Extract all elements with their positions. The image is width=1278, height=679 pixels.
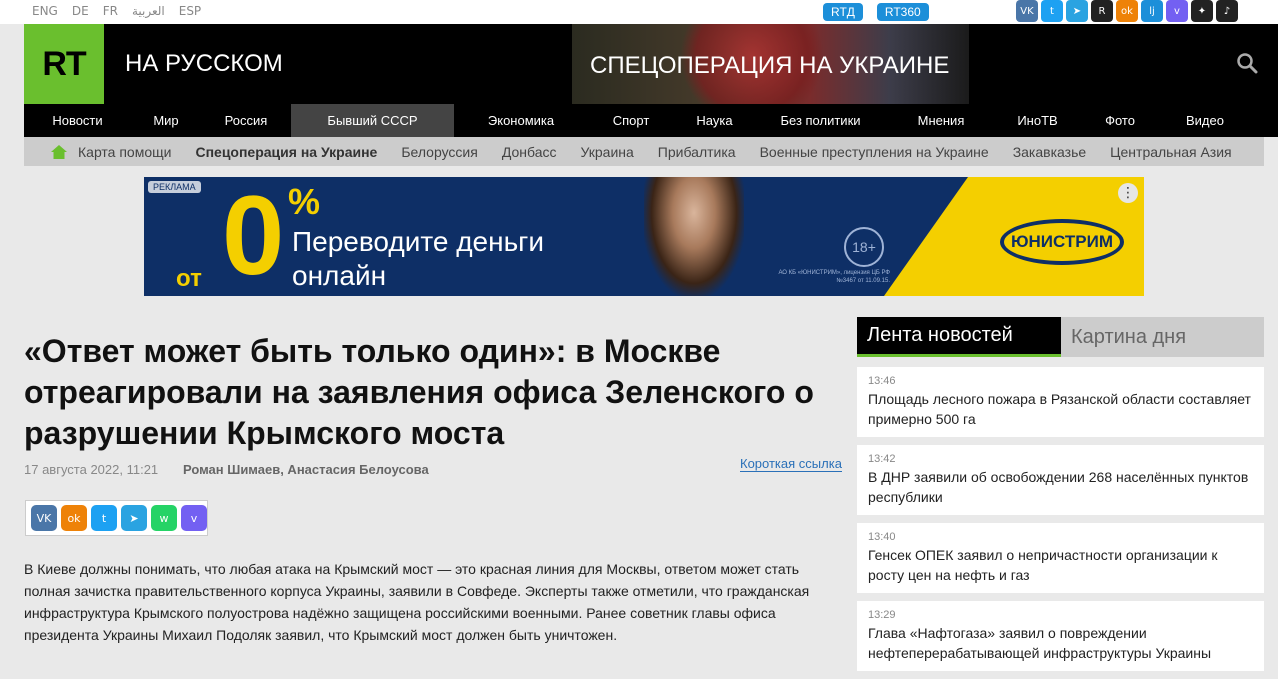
news-time: 13:46	[868, 375, 896, 387]
subnav-item-central-asia[interactable]: Центральная Азия	[1110, 144, 1231, 160]
sidebar-tabs: Лента новостей Картина дня	[857, 317, 1264, 357]
short-link[interactable]: Короткая ссылка	[740, 456, 842, 472]
lang-eng[interactable]: ENG	[32, 4, 58, 18]
zen-icon[interactable]: ✦	[1191, 0, 1213, 22]
lang-ar[interactable]: العربية	[132, 4, 165, 18]
nav-item-opinions[interactable]: Мнения	[886, 104, 996, 137]
share-twitter-icon[interactable]: t	[91, 505, 117, 531]
viber-icon[interactable]: v	[1166, 0, 1188, 22]
logo-text: RT	[42, 44, 87, 84]
share-vk-icon[interactable]: VK	[31, 505, 57, 531]
news-item[interactable]: 13:46 Площадь лесного пожара в Рязанской…	[857, 367, 1264, 445]
rt-logo[interactable]: RT	[24, 24, 104, 104]
share-telegram-icon[interactable]: ➤	[121, 505, 147, 531]
nav-item-video[interactable]: Видео	[1161, 104, 1249, 137]
news-sidebar: Лента новостей Картина дня 13:46 Площадь…	[857, 317, 1264, 679]
site-name[interactable]: НА РУССКОМ	[125, 50, 283, 78]
nav-item-sport[interactable]: Спорт	[588, 104, 674, 137]
home-icon[interactable]	[50, 143, 68, 161]
subnav-item-help-map[interactable]: Карта помощи	[78, 144, 171, 160]
social-links: VK t ➤ Rok lj v ✦ ♪	[1016, 0, 1238, 22]
subnav-item-transcaucasia[interactable]: Закавказье	[1013, 144, 1086, 160]
subnav-item-belarus[interactable]: Белоруссия	[401, 144, 478, 160]
lang-esp[interactable]: ESP	[179, 4, 201, 18]
ad-big-zero: 0	[222, 177, 285, 296]
ad-percent: %	[288, 181, 321, 222]
ad-text: Переводите деньги онлайн	[292, 226, 545, 291]
news-headline[interactable]: Глава «Нафтогаза» заявил о повреждении н…	[868, 623, 1254, 663]
subnav-item-war-crimes[interactable]: Военные преступления на Украине	[760, 144, 989, 160]
special-banner-title: СПЕЦОПЕРАЦИЯ НА УКРАИНЕ	[590, 52, 950, 79]
odnoklassniki-icon[interactable]: ok	[1116, 0, 1138, 22]
nav-item-world[interactable]: Мир	[131, 104, 201, 137]
lang-fr[interactable]: FR	[103, 4, 118, 18]
tiktok-icon[interactable]: ♪	[1216, 0, 1238, 22]
nav-item-photo[interactable]: Фото	[1079, 104, 1161, 137]
rt360-link[interactable]: RT360	[876, 3, 929, 21]
nav-item-no-politics[interactable]: Без политики	[755, 104, 886, 137]
share-whatsapp-icon[interactable]: w	[151, 505, 177, 531]
article-lead: В Киеве должны понимать, что любая атака…	[24, 561, 810, 643]
article-date: 17 августа 2022, 11:21	[24, 462, 159, 477]
lang-de[interactable]: DE	[72, 4, 89, 18]
share-odnoklassniki-icon[interactable]: ok	[61, 505, 87, 531]
news-headline[interactable]: В ДНР заявили об освобождении 268 населё…	[868, 467, 1254, 507]
site-header: RT НА РУССКОМ СПЕЦОПЕРАЦИЯ НА УКРАИНЕ	[24, 24, 1278, 104]
ad-license: АО КБ «ЮНИСТРИМ», лицензия ЦБ РФ №3467 о…	[778, 270, 890, 284]
top-bar: ENG DE FR العربية ESP RTД RT360 VK t ➤ Rok l…	[0, 0, 1278, 24]
news-headline[interactable]: Генсек ОПЕК заявил о непричастности орга…	[868, 545, 1254, 585]
ad-menu-icon[interactable]: ⋮	[1118, 183, 1138, 203]
article-authors[interactable]: Роман Шимаев, Анастасия Белоусова	[183, 462, 429, 477]
nav-item-russia[interactable]: Россия	[201, 104, 291, 137]
search-icon[interactable]	[1236, 52, 1258, 74]
share-buttons: VK ok t ➤ w v	[25, 500, 208, 536]
special-operation-banner[interactable]: СПЕЦОПЕРАЦИЯ НА УКРАИНЕ	[572, 24, 969, 104]
news-time: 13:29	[868, 609, 896, 621]
nav-item-science[interactable]: Наука	[674, 104, 755, 137]
ad-brand-logo: ЮНИСТРИМ	[1000, 219, 1124, 265]
share-viber-icon[interactable]: v	[181, 505, 207, 531]
news-headline[interactable]: Площадь лесного пожара в Рязанской облас…	[868, 389, 1254, 429]
news-list: 13:46 Площадь лесного пожара в Рязанской…	[857, 367, 1264, 679]
telegram-icon[interactable]: ➤	[1066, 0, 1088, 22]
subnav-item-ukraine[interactable]: Украина	[580, 144, 633, 160]
livejournal-icon[interactable]: lj	[1141, 0, 1163, 22]
news-time: 13:42	[868, 453, 896, 465]
ad-prefix: от	[176, 265, 202, 292]
nav-item-former-ussr[interactable]: Бывший СССР	[291, 104, 454, 137]
twitter-icon[interactable]: t	[1041, 0, 1063, 22]
main-nav: Новости Мир Россия Бывший СССР Экономика…	[24, 104, 1278, 137]
tab-picture-of-day[interactable]: Картина дня	[1061, 317, 1264, 357]
ad-tag: РЕКЛАМА	[148, 181, 201, 193]
language-switcher: ENG DE FR العربية ESP	[32, 4, 201, 18]
rutube-icon[interactable]: R	[1091, 0, 1113, 22]
news-item[interactable]: 13:42 В ДНР заявили об освобождении 268 …	[857, 445, 1264, 523]
ad-age-rating: 18+	[844, 227, 884, 267]
news-time: 13:40	[868, 531, 896, 543]
subnav-item-donbass[interactable]: Донбасс	[502, 144, 557, 160]
nav-item-economy[interactable]: Экономика	[454, 104, 588, 137]
news-item[interactable]: 13:40 Генсек ОПЕК заявил о непричастност…	[857, 523, 1264, 601]
vk-icon[interactable]: VK	[1016, 0, 1038, 22]
sub-nav: Карта помощи Спецоперация на Украине Бел…	[24, 137, 1264, 166]
nav-item-news[interactable]: Новости	[24, 104, 131, 137]
channel-pills: RTД RT360	[823, 3, 929, 21]
subnav-item-special-operation[interactable]: Спецоперация на Украине	[195, 144, 377, 160]
subnav-item-baltics[interactable]: Прибалтика	[658, 144, 736, 160]
news-item[interactable]: 13:29 Глава «Нафтогаза» заявил о поврежд…	[857, 601, 1264, 679]
tab-news-feed[interactable]: Лента новостей	[857, 317, 1061, 357]
ad-banner[interactable]: РЕКЛАМА от 0 % Переводите деньги онлайн …	[144, 177, 1144, 296]
nav-item-inotv[interactable]: ИноТВ	[996, 104, 1079, 137]
ad-woman-image	[644, 177, 744, 296]
article-title: «Ответ может быть только один»: в Москве…	[24, 333, 814, 451]
rtd-link[interactable]: RTД	[823, 3, 863, 21]
